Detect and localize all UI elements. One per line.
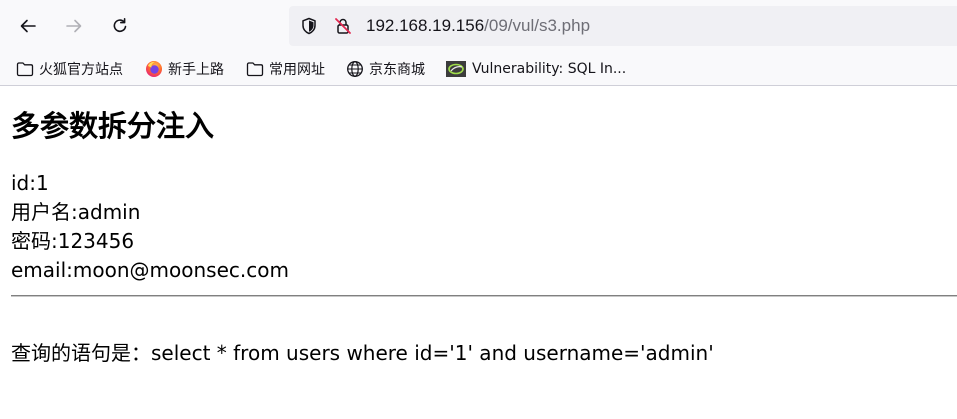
tracking-protection-button[interactable] — [299, 16, 319, 36]
url-host: 192.168.19.156 — [366, 16, 485, 35]
bookmark-label: Vulnerability: SQL In... — [472, 61, 627, 77]
dvwa-icon — [445, 60, 467, 78]
bookmark-jd[interactable]: 京东商城 — [346, 58, 425, 80]
user-id-line: id:1 — [11, 171, 49, 195]
reload-button[interactable] — [104, 10, 136, 42]
page-content: 多参数拆分注入 id:1 用户名:admin 密码:123456 email:m… — [0, 87, 957, 419]
folder-icon — [246, 60, 264, 78]
url-text[interactable]: 192.168.19.156/09/vul/s3.php — [366, 15, 590, 37]
address-bar[interactable]: 192.168.19.156/09/vul/s3.php — [289, 6, 957, 46]
bookmark-getting-started[interactable]: 新手上路 — [145, 58, 224, 80]
sql-query-line: 查询的语句是：select * from users where id='1' … — [11, 341, 714, 365]
folder-icon — [16, 60, 34, 78]
horizontal-rule — [11, 295, 957, 297]
password-line: 密码:123456 — [11, 229, 135, 253]
bookmark-huohu-official[interactable]: 火狐官方站点 — [16, 58, 123, 80]
url-path: /09/vul/s3.php — [484, 16, 591, 35]
forward-arrow-icon — [66, 19, 82, 33]
back-arrow-icon — [20, 19, 36, 33]
site-security-button[interactable] — [333, 16, 353, 36]
back-button[interactable] — [12, 10, 44, 42]
bookmark-label: 火狐官方站点 — [39, 62, 123, 78]
bookmarks-toolbar: 火狐官方站点 新手上路 常用网址 京东商城 Vulnerability: SQL… — [0, 52, 957, 86]
email-line: email:moon@moonsec.com — [11, 258, 289, 282]
firefox-icon — [145, 60, 163, 78]
bookmark-label: 常用网址 — [269, 62, 325, 78]
globe-icon — [346, 60, 364, 78]
reload-icon — [113, 18, 127, 33]
shield-icon — [302, 17, 316, 35]
forward-button[interactable] — [58, 10, 90, 42]
browser-toolbar: 192.168.19.156/09/vul/s3.php — [0, 0, 957, 52]
page-title: 多参数拆分注入 — [11, 109, 215, 143]
bookmark-label: 京东商城 — [369, 62, 425, 78]
bookmark-label: 新手上路 — [168, 62, 224, 78]
bookmark-common-sites[interactable]: 常用网址 — [246, 58, 325, 80]
insecure-lock-icon — [335, 18, 351, 34]
bookmark-dvwa-sql-injection[interactable]: Vulnerability: SQL In... — [445, 58, 626, 80]
username-line: 用户名:admin — [11, 200, 141, 224]
